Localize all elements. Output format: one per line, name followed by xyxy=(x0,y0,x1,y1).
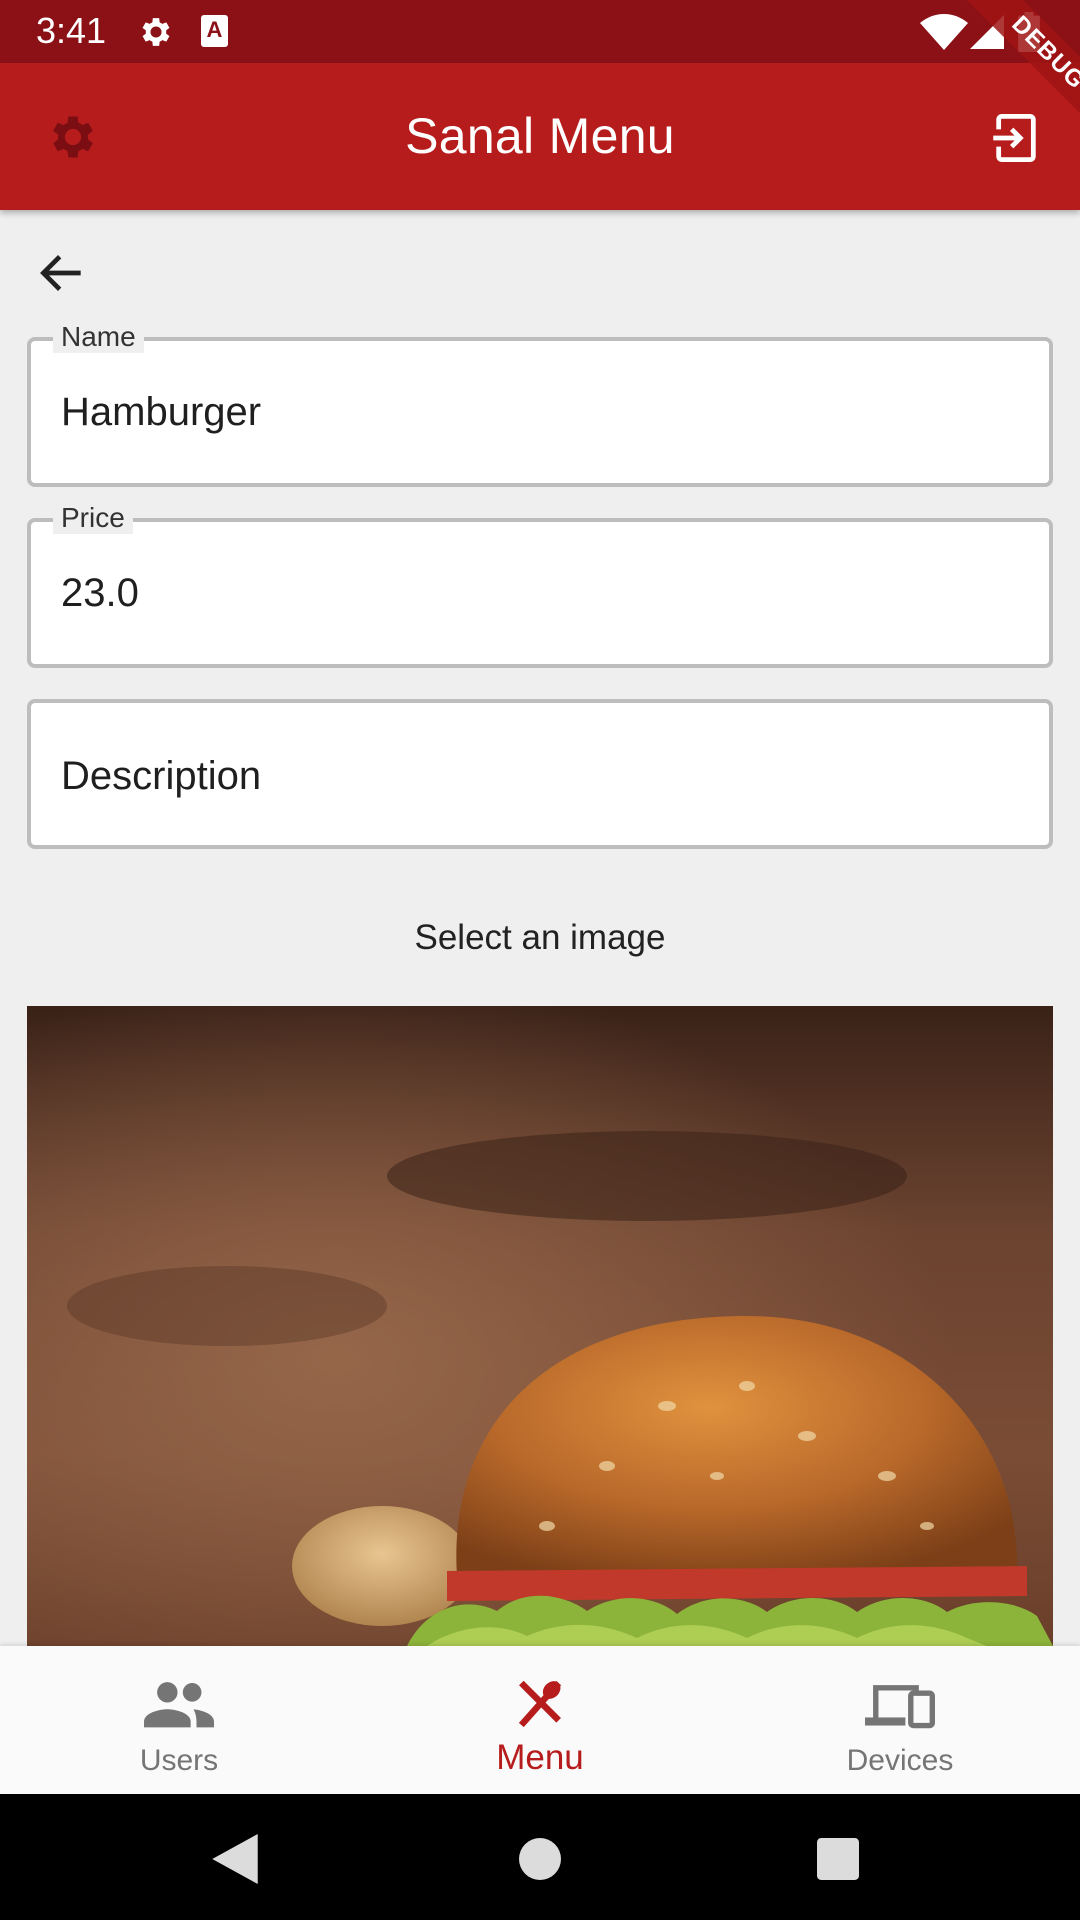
back-arrow-icon[interactable] xyxy=(34,245,90,301)
system-navigation-bar xyxy=(0,1794,1080,1920)
status-bar: 3:41 A xyxy=(0,0,1080,63)
wifi-icon xyxy=(920,14,968,50)
nav-label-devices: Devices xyxy=(846,1744,954,1777)
system-back-icon[interactable] xyxy=(212,1834,258,1884)
description-field[interactable]: Description xyxy=(27,699,1053,849)
page-title: Sanal Menu xyxy=(405,108,675,164)
app-bar: Sanal Menu xyxy=(0,63,1080,210)
price-label: Price xyxy=(53,502,133,534)
price-value: 23.0 xyxy=(61,571,139,615)
devices-icon xyxy=(865,1685,935,1729)
name-value: Hamburger xyxy=(61,390,262,434)
nav-item-users[interactable]: Users xyxy=(49,1646,309,1794)
hamburger-photo xyxy=(27,1006,1053,1646)
bottom-navigation: Users Menu Devices xyxy=(0,1646,1080,1794)
nav-item-menu[interactable]: Menu xyxy=(410,1646,670,1794)
description-placeholder: Description xyxy=(61,754,262,798)
food-image[interactable] xyxy=(27,1006,1053,1646)
gear-icon xyxy=(142,18,170,46)
name-field[interactable]: Name Hamburger xyxy=(27,321,1053,487)
screen: 3:41 A DEBUG Sanal Menu Name Hamburger P… xyxy=(0,0,1080,1920)
users-icon xyxy=(144,1682,214,1728)
system-home-icon[interactable] xyxy=(519,1838,561,1880)
name-label: Name xyxy=(53,321,144,353)
status-time: 3:41 xyxy=(36,10,107,51)
logout-icon[interactable] xyxy=(990,112,1042,164)
system-recents-icon[interactable] xyxy=(817,1838,859,1880)
a-keyboard-icon: A xyxy=(201,15,228,47)
nav-item-devices[interactable]: Devices xyxy=(770,1646,1030,1794)
restaurant-icon xyxy=(518,1680,562,1728)
nav-label-users: Users xyxy=(139,1744,219,1777)
select-image-button[interactable]: Select an image xyxy=(0,918,1080,958)
nav-label-menu: Menu xyxy=(496,1738,584,1777)
price-field[interactable]: Price 23.0 xyxy=(27,502,1053,668)
